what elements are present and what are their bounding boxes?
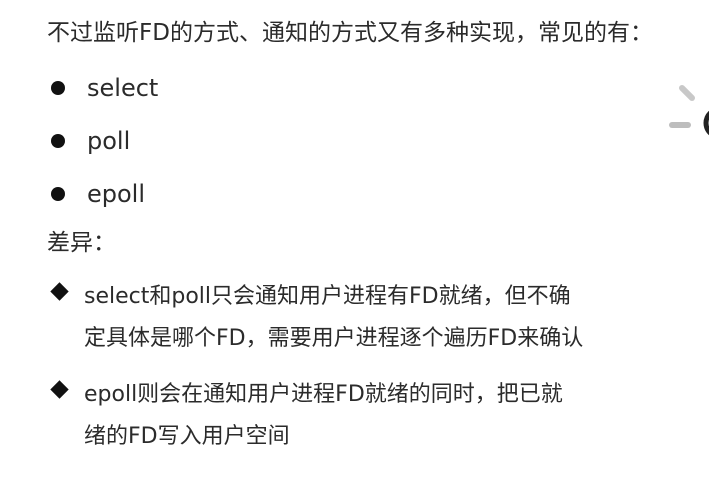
intro-text: 不过监听FD的方式、通知的方式又有多种实现，常见的有： (47, 20, 653, 46)
list-item-epoll: epoll (47, 179, 145, 209)
list-item-poll: poll (47, 126, 130, 156)
difference-item-epoll: epoll则会在通知用户进程FD就绪的同时，把已就 绪的FD写入用户空间 (47, 374, 563, 458)
diamond-bullet-icon (50, 282, 69, 301)
difference-text: epoll则会在通知用户进程FD就绪的同时，把已就 绪的FD写入用户空间 (84, 374, 563, 458)
list-item-select: select (47, 73, 158, 103)
bullet-dot-icon (51, 81, 65, 95)
difference-line: epoll则会在通知用户进程FD就绪的同时，把已就 (84, 382, 563, 407)
bullet-dot-icon (51, 134, 65, 148)
difference-line: select和poll只会通知用户进程有FD就绪，但不确 (84, 284, 571, 309)
method-label: select (87, 74, 159, 102)
difference-item-select-poll: select和poll只会通知用户进程有FD就绪，但不确 定具体是哪个FD，需要… (47, 276, 583, 360)
difference-heading: 差异： (47, 230, 116, 256)
diamond-bullet-icon (50, 380, 69, 399)
bullet-dot-icon (51, 187, 65, 201)
method-label: poll (87, 127, 131, 155)
slide-content: 不过监听FD的方式、通知的方式又有多种实现，常见的有： select poll … (0, 0, 709, 477)
difference-line: 定具体是哪个FD，需要用户进程逐个遍历FD来确认 (84, 326, 584, 351)
loading-spinner-icon (669, 85, 709, 136)
difference-line: 绪的FD写入用户空间 (84, 424, 290, 449)
difference-text: select和poll只会通知用户进程有FD就绪，但不确 定具体是哪个FD，需要… (84, 276, 583, 360)
method-label: epoll (87, 180, 146, 208)
